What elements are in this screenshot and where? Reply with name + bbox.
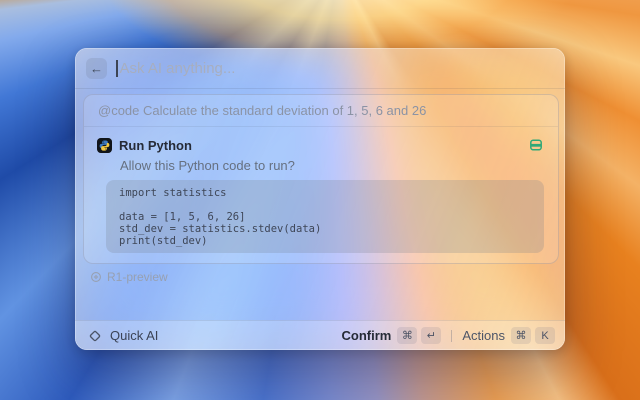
ask-ai-input[interactable]: Ask AI anything... [116, 59, 554, 77]
footer-actions: Confirm ⌘ ↵ Actions ⌘ K [342, 327, 555, 344]
conversation-panel: @code Calculate the standard deviation o… [83, 94, 559, 264]
k-keycap: K [535, 327, 555, 344]
screen: ← Ask AI anything... @code Calculate the… [0, 0, 640, 400]
cmd-keycap: ⌘ [397, 327, 418, 344]
tool-header: Run Python [97, 137, 544, 153]
code-line: import statistics [119, 187, 227, 199]
input-placeholder: Ask AI anything... [119, 59, 236, 77]
cmd-keycap: ⌘ [511, 327, 531, 344]
text-caret [116, 59, 118, 77]
action-bar: Quick AI Confirm ⌘ ↵ Actions ⌘ K [75, 320, 565, 350]
confirm-button[interactable]: Confirm [342, 328, 392, 343]
footer-separator [451, 329, 453, 342]
code-line: print(std_dev) [119, 234, 208, 247]
app-label: Quick AI [110, 328, 159, 343]
quick-ai-window: ← Ask AI anything... @code Calculate the… [75, 48, 565, 350]
arrow-left-icon: ← [90, 60, 103, 76]
search-bar: ← Ask AI anything... [75, 48, 565, 88]
confirm-shortcut: ⌘ ↵ [397, 327, 442, 344]
tool-question: Allow this Python code to run? [120, 158, 295, 173]
code-line: data = [1, 5, 6, 26] [119, 210, 246, 223]
tool-title: Run Python [119, 137, 192, 153]
back-button[interactable]: ← [86, 57, 107, 79]
topbar-divider [75, 88, 565, 89]
model-badge-icon [91, 271, 101, 282]
code-block: import statistics data = [1, 5, 6, 26] s… [106, 180, 544, 253]
raycast-logo-icon [89, 330, 101, 341]
tool-response: Run Python Allow this Python code to run… [84, 127, 558, 263]
actions-button[interactable]: Actions [462, 328, 505, 343]
code-line: std_dev = statistics.stdev(data) [119, 222, 322, 235]
actions-shortcut: ⌘ K [511, 327, 555, 344]
return-keycap: ↵ [421, 327, 442, 344]
code-runner-icon [528, 137, 544, 153]
model-label: R1-preview [107, 269, 168, 284]
app-identity: Quick AI [88, 328, 158, 343]
model-selector[interactable]: R1-preview [90, 270, 565, 284]
python-logo-icon [97, 137, 112, 153]
user-query: @code Calculate the standard deviation o… [98, 103, 427, 118]
